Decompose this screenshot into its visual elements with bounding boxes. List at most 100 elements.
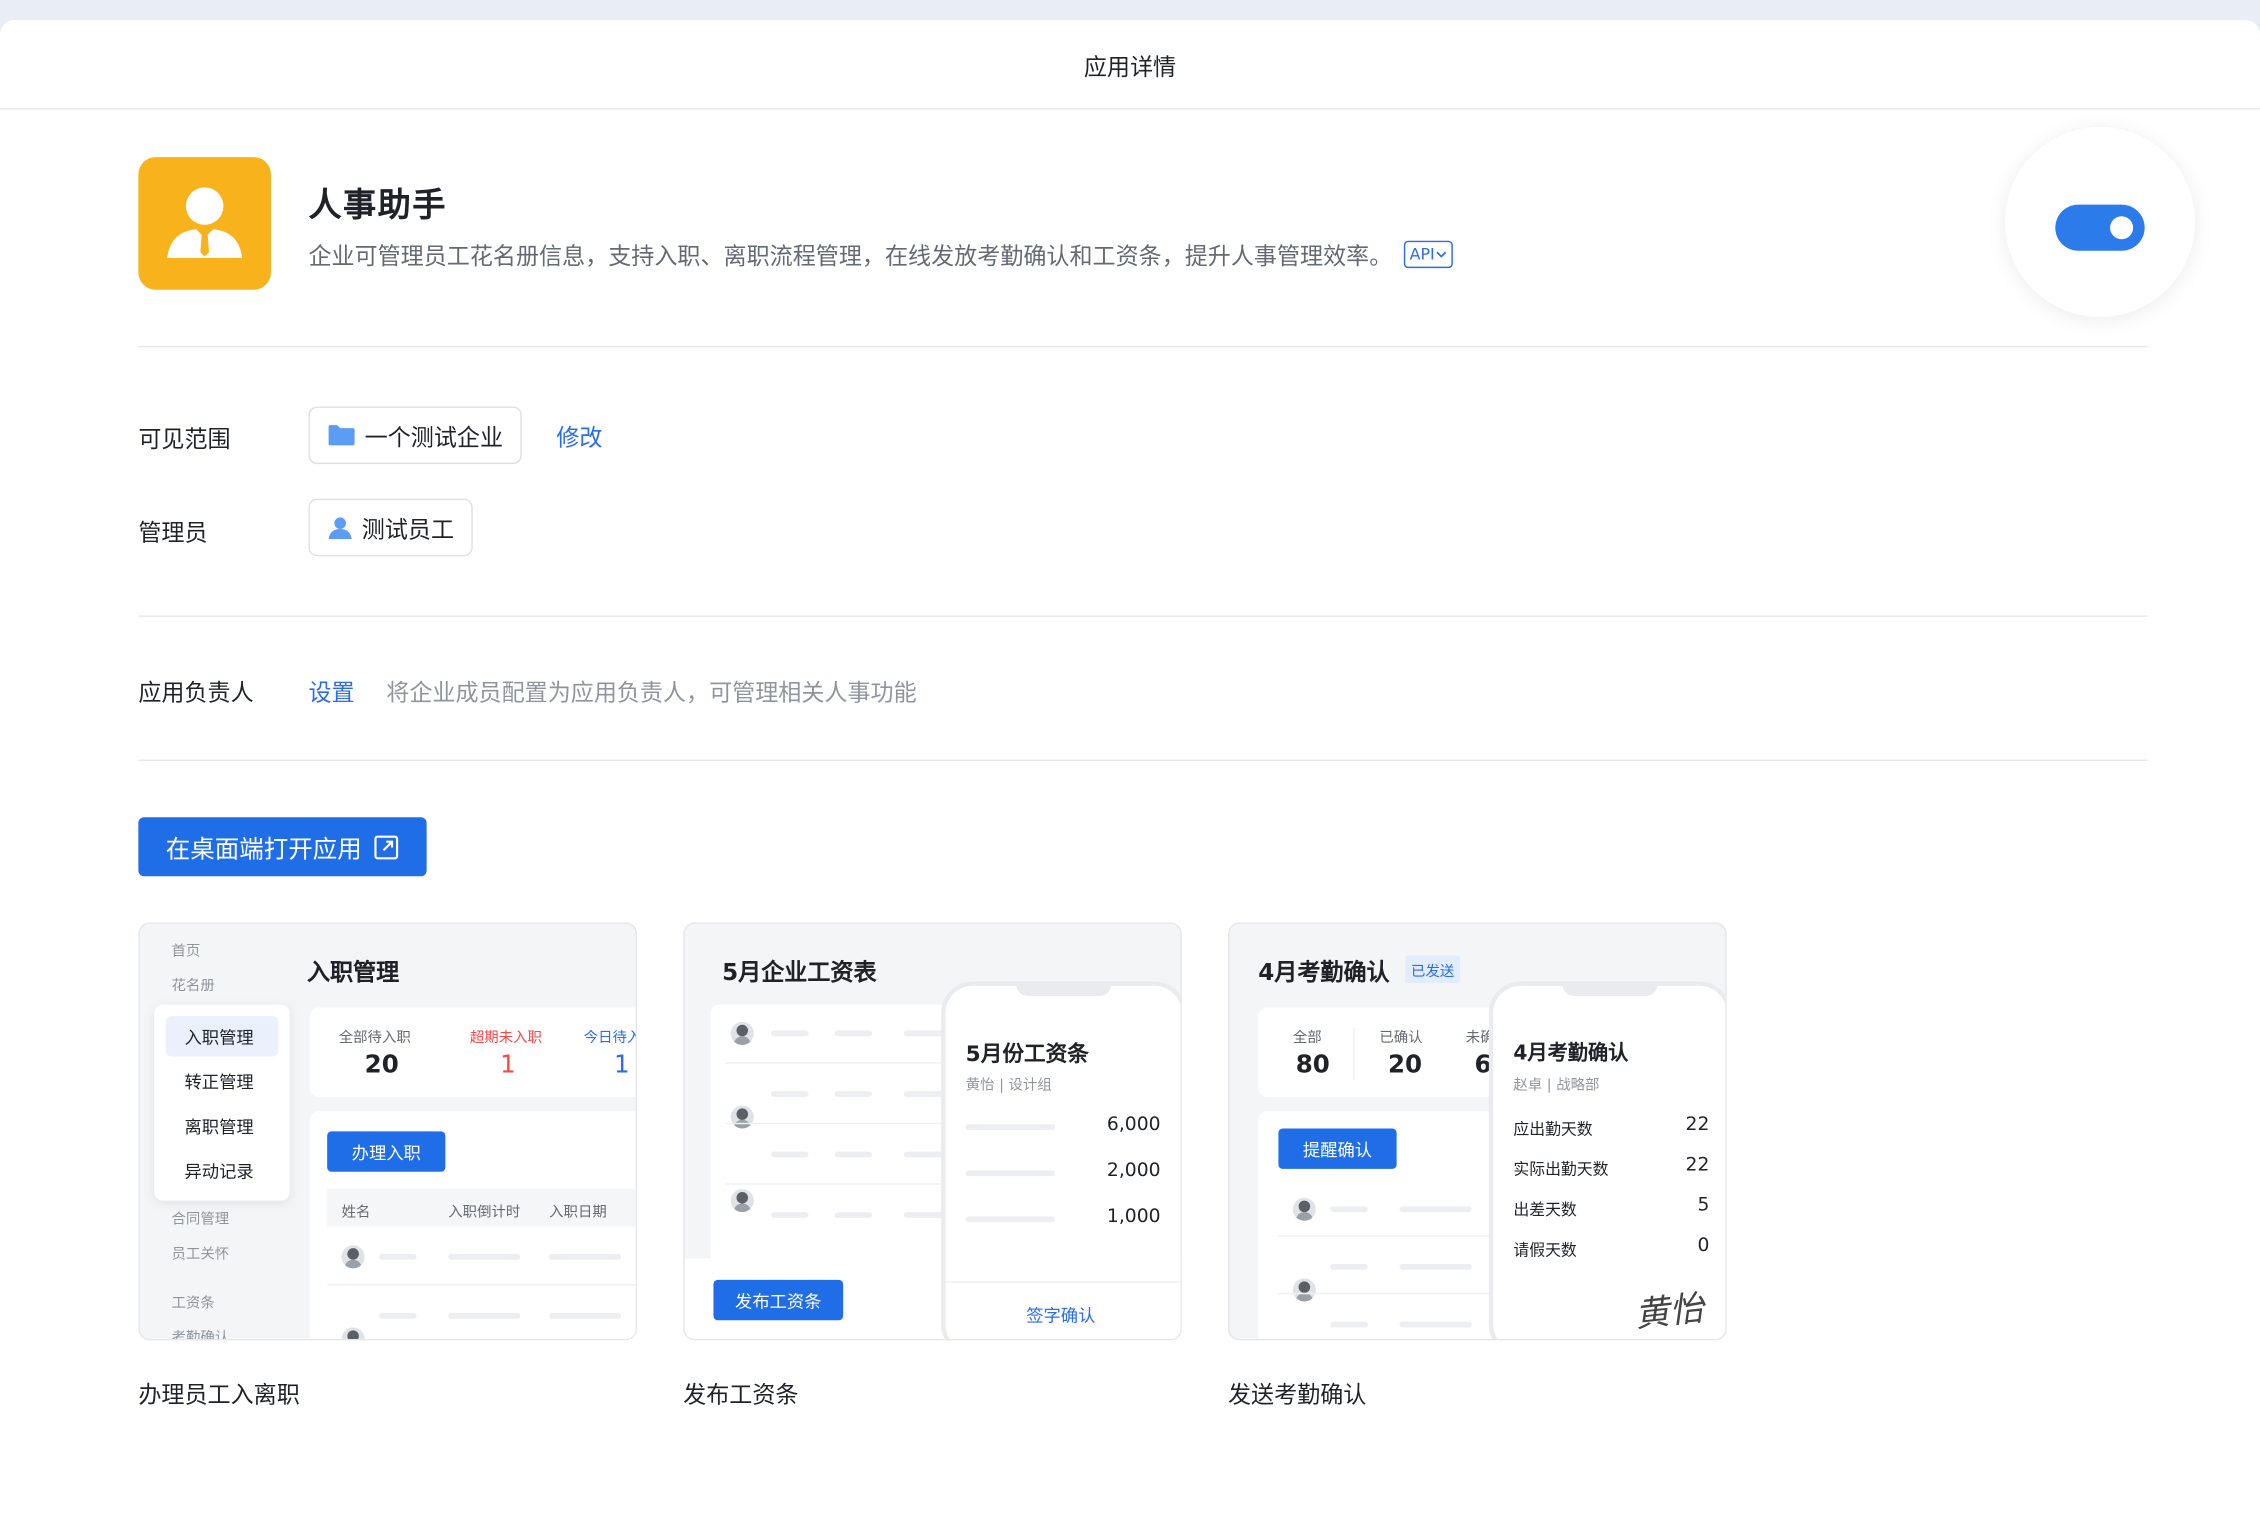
column-header: 入职日期 — [549, 1204, 607, 1221]
menu-item: 转正管理 — [184, 1072, 254, 1093]
card-caption: 发布工资条 — [683, 1380, 799, 1409]
attendance-row-value: 22 — [1685, 1154, 1710, 1177]
list-card: 提醒确认 — [1258, 1111, 1504, 1339]
remind-button: 提醒确认 — [1278, 1128, 1397, 1169]
admin-chip: 测试员工 — [308, 498, 473, 557]
owner-label: 应用负责人 — [138, 678, 254, 707]
app-detail-panel: 应用详情 人事助手 企业可管理员工花名册信息，支持入职、离职流程管理，在线发放考… — [0, 20, 2260, 1532]
owner-set-link[interactable]: 设置 — [308, 673, 354, 708]
stat-value: 80 — [1295, 1050, 1330, 1080]
phone-mockup: 4月考勤确认 赵卓 | 战略部 应出勤天数 22 实际出勤天数 22 出差天数 … — [1488, 981, 1726, 1339]
attendance-row-value: 0 — [1697, 1235, 1710, 1257]
phone-subtitle: 黄怡 | 设计组 — [965, 1078, 1052, 1094]
divider — [138, 345, 2148, 348]
avatar — [1292, 1278, 1316, 1302]
amount: 6,000 — [1106, 1114, 1161, 1136]
stat-label: 全部待入职 — [338, 1030, 411, 1047]
folder-icon — [328, 425, 355, 446]
divider — [138, 615, 2148, 617]
stats-card: 全部 80 已确认 20 未确 6 — [1258, 1007, 1504, 1097]
page-title: 应用详情 — [1083, 52, 1177, 80]
api-tag[interactable]: API — [1403, 239, 1454, 268]
phone-title: 4月考勤确认 — [1513, 1042, 1629, 1066]
visibility-edit-link[interactable]: 修改 — [556, 418, 602, 453]
visibility-value: 一个测试企业 — [364, 423, 504, 452]
avatar — [341, 1327, 365, 1339]
card-payslip[interactable]: 5月企业工资表 发布工资条 5月份工资条 黄怡 | 设计组 6,000 2,00… — [683, 922, 1182, 1341]
owner-hint: 将企业成员配置为应用负责人，可管理相关人事功能 — [386, 678, 917, 707]
phone-title: 5月份工资条 — [965, 1040, 1089, 1067]
onboard-button: 办理入职 — [327, 1131, 446, 1172]
avatar — [730, 1105, 754, 1129]
api-tag-label: API — [1409, 244, 1435, 264]
attendance-row-label: 请假天数 — [1513, 1240, 1577, 1260]
avatar — [341, 1245, 365, 1269]
phone-mockup: 5月份工资条 黄怡 | 设计组 6,000 2,000 1,000 签字确认 — [941, 981, 1181, 1339]
menu-item: 入职管理 — [184, 1027, 254, 1048]
dropdown-menu: 入职管理 转正管理 离职管理 异动记录 — [154, 1004, 290, 1201]
attendance-row-value: 5 — [1697, 1194, 1710, 1217]
divider — [138, 759, 2148, 762]
avatar — [730, 1189, 754, 1213]
visibility-chip: 一个测试企业 — [308, 406, 522, 465]
menu-item: 离职管理 — [184, 1117, 254, 1138]
toggle-knob — [2110, 216, 2134, 240]
stat-value: 20 — [364, 1050, 399, 1080]
card-title: 4月考勤确认 — [1258, 958, 1390, 986]
app-description-text: 企业可管理员工花名册信息，支持入职、离职流程管理，在线发放考勤确认和工资条，提升… — [308, 242, 1393, 270]
column-header: 姓名 — [341, 1204, 371, 1221]
sent-badge: 已发送 — [1405, 955, 1461, 983]
column-header: 入职倒计时 — [448, 1204, 521, 1221]
enable-toggle[interactable] — [2055, 204, 2145, 251]
amount: 2,000 — [1106, 1160, 1161, 1182]
sign-confirm-link: 签字确认 — [1026, 1305, 1096, 1326]
stat-label: 全部 — [1292, 1030, 1322, 1047]
stat-value: 1 — [500, 1050, 516, 1080]
card-title: 5月企业工资表 — [722, 958, 877, 986]
enable-toggle-container — [2004, 126, 2196, 318]
open-in-desktop-label: 在桌面端打开应用 — [165, 835, 362, 865]
nav-item: 首页 — [171, 944, 201, 960]
chevron-down-icon — [1436, 251, 1447, 258]
signature: 黄怡 — [1632, 1287, 1706, 1336]
stat-value: 20 — [1387, 1050, 1423, 1080]
list-card: 办理入职 姓名 入职倒计时 入职日期 — [309, 1111, 636, 1339]
attendance-row-label: 出差天数 — [1513, 1200, 1577, 1220]
attendance-row-label: 应出勤天数 — [1513, 1119, 1593, 1139]
phone-subtitle: 赵卓 | 战略部 — [1513, 1078, 1600, 1094]
avatar — [730, 1021, 754, 1045]
admin-label: 管理员 — [138, 518, 208, 547]
stats-card: 全部待入职 20 超期未入职 1 今日待入 1 — [309, 1007, 638, 1097]
avatar — [1292, 1197, 1316, 1221]
page-header: 应用详情 — [0, 20, 2260, 110]
nav-item: 员工关怀 — [171, 1246, 230, 1263]
admin-value: 测试员工 — [361, 515, 455, 544]
person-icon — [328, 517, 352, 540]
stat-value: 1 — [613, 1050, 630, 1080]
card-attendance[interactable]: 4月考勤确认 已发送 全部 80 已确认 20 未确 6 提醒确认 4月考勤确认… — [1227, 922, 1727, 1341]
menu-item: 异动记录 — [184, 1161, 254, 1182]
card-caption: 办理员工入离职 — [138, 1380, 300, 1409]
nav-item: 花名册 — [171, 978, 215, 995]
attendance-row-value: 22 — [1685, 1114, 1710, 1136]
stat-label: 超期未入职 — [469, 1030, 542, 1047]
stat-label: 今日待入 — [583, 1030, 638, 1047]
visibility-label: 可见范围 — [138, 425, 231, 453]
card-onboarding[interactable]: 首页 花名册 入职管理 入职管理 转正管理 离职管理 异动记录 合同管理 员工关… — [138, 922, 638, 1341]
open-in-desktop-button[interactable]: 在桌面端打开应用 — [138, 817, 427, 877]
amount: 1,000 — [1106, 1206, 1161, 1228]
stage: 应用详情 人事助手 企业可管理员工花名册信息，支持入职、离职流程管理，在线发放考… — [0, 0, 2260, 1532]
external-link-icon — [374, 834, 399, 859]
nav-item: 合同管理 — [171, 1212, 230, 1228]
nav-item: 工资条 — [171, 1295, 215, 1312]
user-icon — [167, 187, 243, 258]
app-name: 人事助手 — [308, 187, 447, 225]
attendance-row-label: 实际出勤天数 — [1513, 1160, 1609, 1179]
publish-payslip-button: 发布工资条 — [713, 1279, 844, 1321]
card-caption: 发送考勤确认 — [1227, 1380, 1367, 1409]
app-icon — [138, 157, 271, 290]
stat-label: 已确认 — [1379, 1030, 1423, 1047]
nav-item: 考勤确认 — [171, 1330, 230, 1341]
card-title: 入职管理 — [306, 958, 400, 986]
app-description: 企业可管理员工花名册信息，支持入职、离职流程管理，在线发放考勤确认和工资条，提升… — [308, 236, 1454, 271]
